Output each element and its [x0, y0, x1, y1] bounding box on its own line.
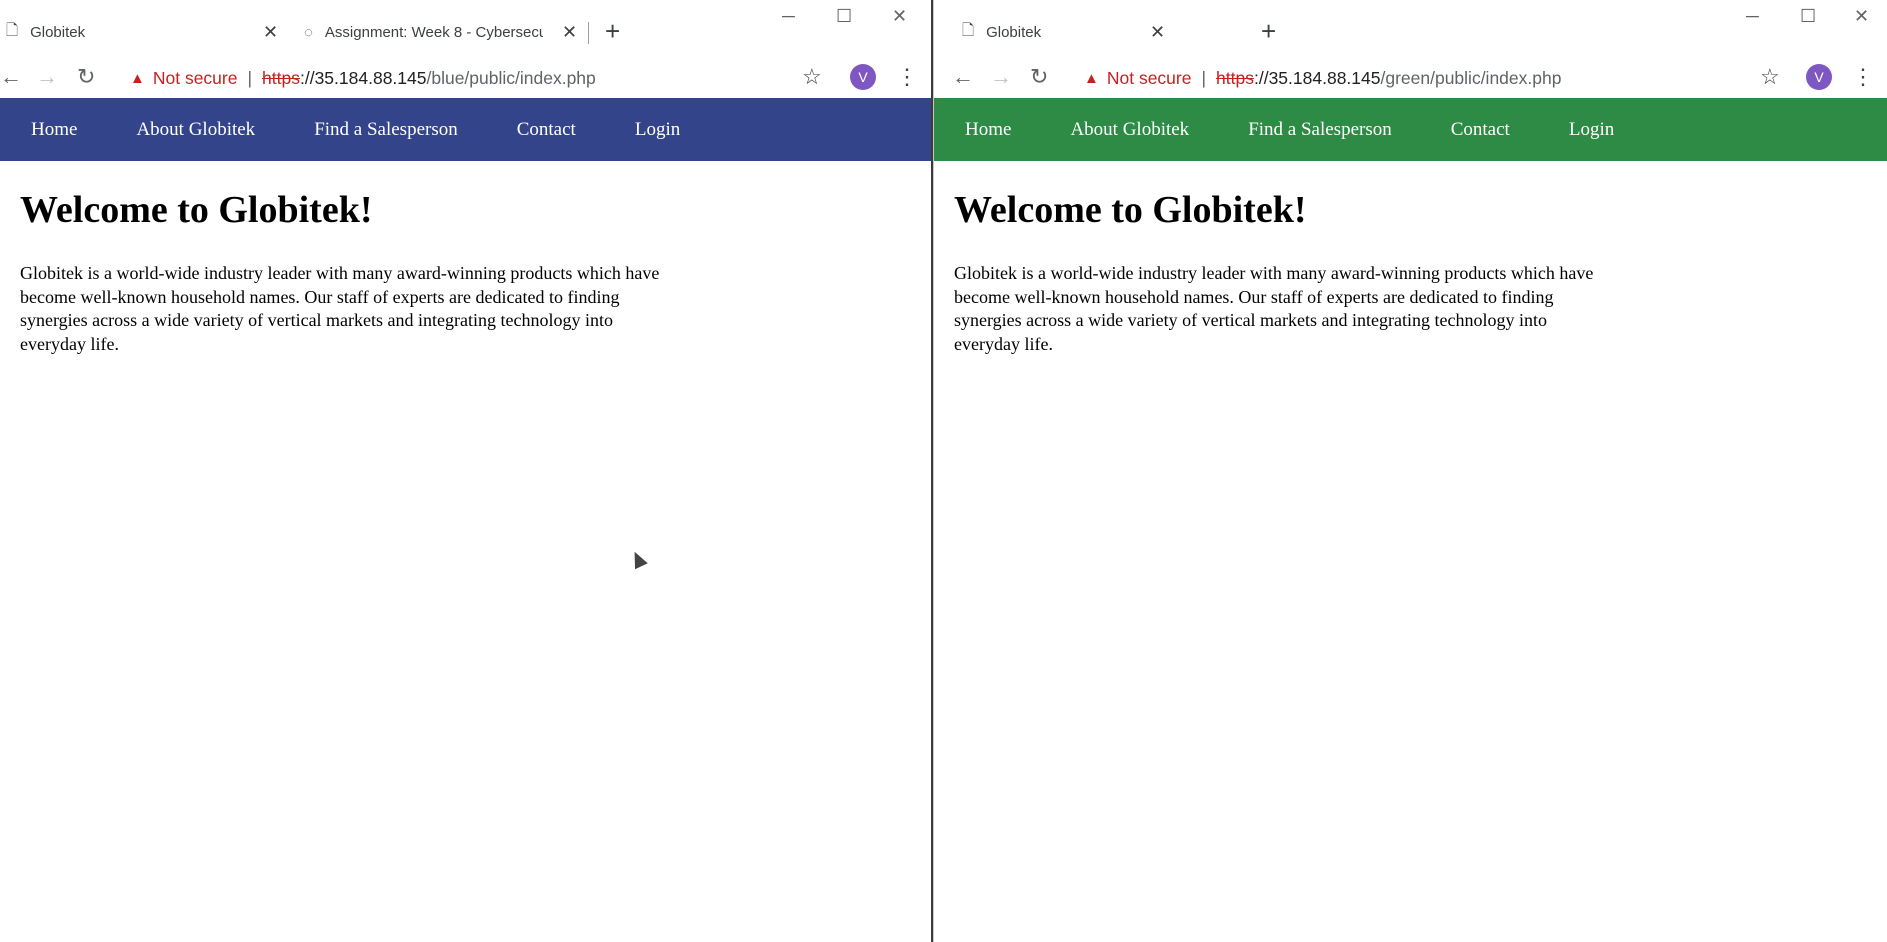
security-label: Not secure: [152, 67, 238, 88]
left-tab-strip: 🗋 Globitek ✕ ◌ Assignment: Week 8 - Cybe…: [0, 0, 931, 58]
page-icon: 🗋: [962, 21, 975, 39]
right-tab-strip: 🗋 Globitek ✕ + ─ ☐ ✕: [934, 0, 1887, 58]
nav-login[interactable]: Login: [635, 119, 680, 141]
left-browser-window: 🗋 Globitek ✕ ◌ Assignment: Week 8 - Cybe…: [0, 0, 931, 942]
kebab-menu-icon[interactable]: ⋮: [1852, 62, 1874, 92]
left-tab-globitek[interactable]: 🗋 Globitek ✕: [6, 14, 286, 50]
forward-arrow-icon[interactable]: →: [990, 62, 1012, 92]
left-tab-assignment[interactable]: ◌ Assignment: Week 8 - Cybersecur ✕: [304, 14, 580, 50]
maximize-icon[interactable]: ☐: [1800, 6, 1816, 27]
minimize-icon[interactable]: ─: [782, 6, 795, 27]
tab-title: Globitek: [30, 23, 86, 41]
tab-separator: [588, 22, 589, 44]
nav-about[interactable]: About Globitek: [136, 119, 255, 141]
url-scheme: https: [262, 67, 300, 88]
nav-about[interactable]: About Globitek: [1070, 119, 1189, 141]
reload-icon[interactable]: ↻: [1030, 62, 1048, 92]
page-title: Welcome to Globitek!: [954, 189, 1307, 231]
plus-icon[interactable]: +: [605, 16, 620, 46]
kebab-menu-icon[interactable]: ⋮: [896, 62, 918, 92]
reload-icon[interactable]: ↻: [77, 62, 95, 92]
left-toolbar: ← → ↻ ▲ Not secure | https://35.184.88.1…: [0, 58, 931, 98]
back-arrow-icon[interactable]: ←: [0, 62, 22, 92]
page-content: Welcome to Globitek! Globitek is a world…: [20, 188, 660, 356]
loading-spinner-icon: ◌: [304, 23, 313, 41]
page-icon: 🗋: [6, 21, 19, 39]
window-close-icon[interactable]: ✕: [892, 6, 907, 27]
address-bar[interactable]: ▲ Not secure | https://35.184.88.145/gre…: [1084, 64, 1561, 92]
url-path: /blue/public/index.php: [426, 67, 596, 88]
nav-home[interactable]: Home: [31, 119, 77, 141]
nav-contact[interactable]: Contact: [517, 119, 576, 141]
nav-home[interactable]: Home: [965, 119, 1011, 141]
address-bar[interactable]: ▲ Not secure | https://35.184.88.145/blu…: [130, 64, 596, 92]
site-navigation: Home About Globitek Find a Salesperson C…: [0, 98, 931, 161]
page-title: Welcome to Globitek!: [20, 189, 373, 231]
security-label: Not secure: [1106, 67, 1192, 88]
warning-triangle-icon: ▲: [1084, 69, 1099, 87]
plus-icon[interactable]: +: [1261, 16, 1276, 46]
omnibox-separator: |: [247, 67, 253, 88]
close-icon[interactable]: ✕: [1150, 22, 1165, 43]
intro-paragraph: Globitek is a world-wide industry leader…: [954, 263, 1594, 354]
close-icon[interactable]: ✕: [263, 22, 278, 43]
back-arrow-icon[interactable]: ←: [952, 62, 974, 92]
tab-title: Assignment: Week 8 - Cybersecur: [324, 23, 543, 41]
omnibox-separator: |: [1201, 67, 1207, 88]
right-tab-globitek[interactable]: 🗋 Globitek ✕: [962, 14, 1172, 50]
right-toolbar: ← → ↻ ▲ Not secure | https://35.184.88.1…: [934, 58, 1887, 98]
avatar[interactable]: V: [1806, 64, 1832, 90]
maximize-icon[interactable]: ☐: [836, 6, 852, 27]
nav-find-salesperson[interactable]: Find a Salesperson: [314, 119, 458, 141]
avatar[interactable]: V: [850, 64, 876, 90]
right-browser-window: 🗋 Globitek ✕ + ─ ☐ ✕ ← → ↻ ▲ Not secure …: [933, 0, 1887, 942]
window-close-icon[interactable]: ✕: [1854, 6, 1869, 27]
url-scheme: https: [1216, 67, 1254, 88]
close-icon[interactable]: ✕: [562, 22, 577, 43]
intro-paragraph: Globitek is a world-wide industry leader…: [20, 263, 660, 354]
url-host: ://35.184.88.145: [299, 67, 427, 88]
star-icon[interactable]: ☆: [802, 62, 822, 92]
nav-contact[interactable]: Contact: [1451, 119, 1510, 141]
warning-triangle-icon: ▲: [130, 69, 145, 87]
nav-find-salesperson[interactable]: Find a Salesperson: [1248, 119, 1392, 141]
tab-title: Globitek: [986, 23, 1042, 41]
url-host: ://35.184.88.145: [1253, 67, 1381, 88]
page-content: Welcome to Globitek! Globitek is a world…: [954, 188, 1594, 356]
star-icon[interactable]: ☆: [1760, 62, 1780, 92]
nav-login[interactable]: Login: [1569, 119, 1614, 141]
forward-arrow-icon[interactable]: →: [36, 62, 58, 92]
site-navigation: Home About Globitek Find a Salesperson C…: [934, 98, 1887, 161]
minimize-icon[interactable]: ─: [1746, 6, 1759, 27]
url-path: /green/public/index.php: [1380, 67, 1562, 88]
mouse-cursor: [628, 548, 648, 570]
